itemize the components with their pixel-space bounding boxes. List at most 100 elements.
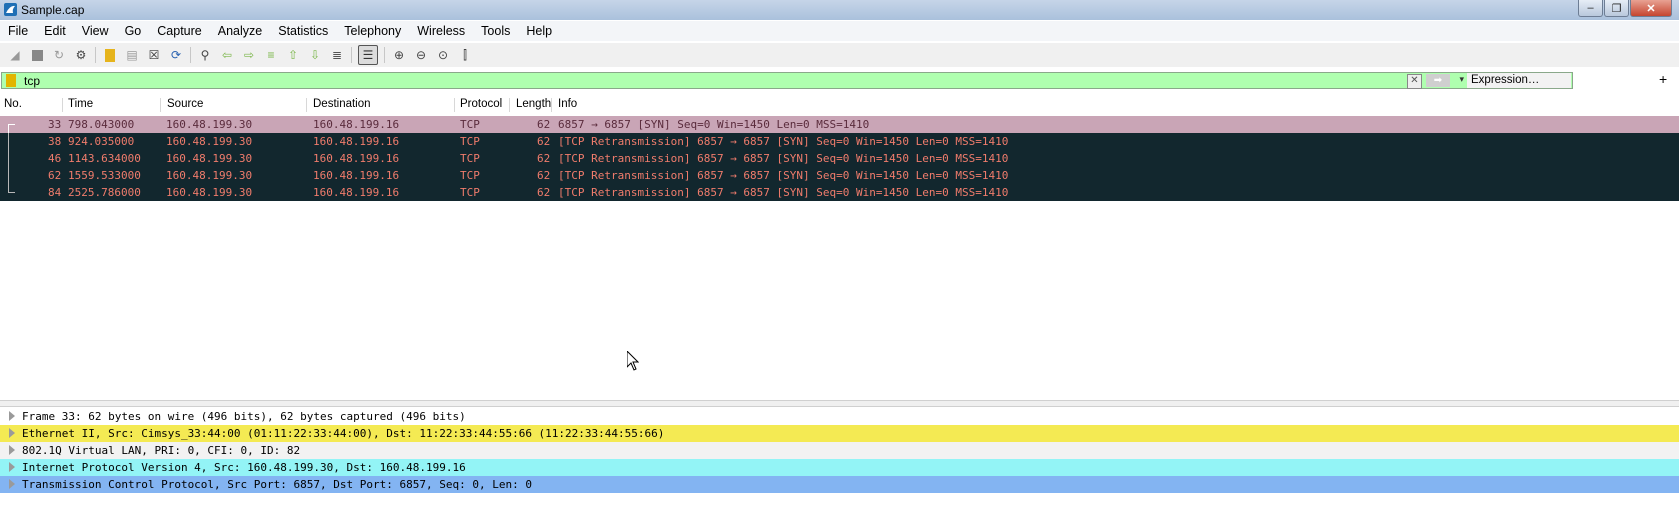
reload-icon[interactable]: ⟳ [168,47,184,63]
menu-statistics[interactable]: Statistics [270,24,336,38]
zoom-in-icon[interactable]: ⊕ [391,47,407,63]
column-divider[interactable] [160,98,161,112]
find-icon[interactable]: ⚲ [197,47,213,63]
expand-arrow-icon[interactable] [9,428,15,438]
menu-edit[interactable]: Edit [36,24,74,38]
restore-button[interactable]: ❐ [1604,0,1629,17]
cell-length: 62 [537,152,551,165]
menu-bar: File Edit View Go Capture Analyze Statis… [0,21,1679,41]
cell-protocol: TCP [460,152,480,165]
column-divider[interactable] [551,98,552,112]
detail-text: 802.1Q Virtual LAN, PRI: 0, CFI: 0, ID: … [22,444,301,457]
menu-analyze[interactable]: Analyze [210,24,270,38]
cell-length: 62 [537,135,551,148]
close-button[interactable]: ✕ [1630,0,1672,17]
open-folder-icon[interactable] [102,47,118,63]
column-header-source[interactable]: Source [167,98,203,110]
detail-row-ethernet[interactable]: Ethernet II, Src: Cimsys_33:44:00 (01:11… [0,425,1679,442]
main-toolbar: ◢ ↻ ⚙ ▤ ☒ ⟳ ⚲ ⇦ ⇨ ≡ ⇧ ⇩ ≣ ☰ ⊕ ⊖ ⊙ ⫿ [0,43,1679,67]
resize-columns-icon[interactable]: ⫿ [457,47,473,63]
cell-protocol: TCP [460,135,480,148]
packet-details-tree[interactable]: Frame 33: 62 bytes on wire (496 bits), 6… [0,407,1679,510]
column-header-length[interactable]: Length [516,98,551,110]
cell-source: 160.48.199.30 [166,152,253,165]
column-divider[interactable] [509,98,510,112]
menu-tools[interactable]: Tools [473,24,518,38]
cell-info: [TCP Retransmission] 6857 → 6857 [SYN] S… [558,186,1009,199]
packet-row[interactable]: 38 924.035000 160.48.199.30 160.48.199.1… [0,133,1679,150]
close-file-icon[interactable]: ☒ [146,47,162,63]
forward-arrow-icon[interactable]: ⇨ [241,47,257,63]
apply-filter-arrow-icon[interactable]: ➡ [1426,74,1450,87]
cell-info: 6857 → 6857 [SYN] Seq=0 Win=1450 Len=0 M… [558,118,870,131]
detail-row-ipv4[interactable]: Internet Protocol Version 4, Src: 160.48… [0,459,1679,476]
menu-capture[interactable]: Capture [149,24,209,38]
toolbar-separator [384,47,385,63]
expand-arrow-icon[interactable] [9,445,15,455]
packet-list[interactable]: 33 798.043000 160.48.199.30 160.48.199.1… [0,114,1679,400]
filter-text[interactable]: tcp [24,74,40,88]
packet-row[interactable]: 62 1559.533000 160.48.199.30 160.48.199.… [0,167,1679,184]
save-icon[interactable]: ▤ [124,47,140,63]
column-header-no[interactable]: No. [4,98,22,110]
clear-filter-icon[interactable]: ✕ [1407,74,1422,89]
expand-arrow-icon[interactable] [9,411,15,421]
cell-protocol: TCP [460,169,480,182]
menu-help[interactable]: Help [518,24,560,38]
packet-row[interactable]: 84 2525.786000 160.48.199.30 160.48.199.… [0,184,1679,201]
display-filter-bar: tcp ✕ ➡ ▾ Expression… + [0,71,1679,90]
cell-source: 160.48.199.30 [166,169,253,182]
column-divider[interactable] [306,98,307,112]
cell-destination: 160.48.199.16 [313,135,400,148]
packet-row[interactable]: 46 1143.634000 160.48.199.30 160.48.199.… [0,150,1679,167]
column-header-info[interactable]: Info [558,98,577,110]
pane-splitter[interactable] [0,400,1679,407]
go-to-packet-icon[interactable]: ≡ [263,47,279,63]
restart-icon[interactable]: ↻ [51,47,67,63]
expression-button[interactable]: Expression… [1467,73,1571,88]
options-gear-icon[interactable]: ⚙ [73,47,89,63]
colorize-icon[interactable]: ☰ [358,45,378,65]
zoom-out-icon[interactable]: ⊖ [413,47,429,63]
column-header-protocol[interactable]: Protocol [460,98,502,110]
column-divider[interactable] [454,98,455,112]
conversation-bracket [8,133,15,150]
detail-row-vlan[interactable]: 802.1Q Virtual LAN, PRI: 0, CFI: 0, ID: … [0,442,1679,459]
title-bar: Sample.cap – ❐ ✕ [0,0,1679,20]
column-header-destination[interactable]: Destination [313,98,371,110]
conversation-bracket [8,167,15,184]
column-divider[interactable] [62,98,63,112]
cell-info: [TCP Retransmission] 6857 → 6857 [SYN] S… [558,135,1009,148]
conversation-bracket [8,150,15,167]
shark-fin-start-icon[interactable]: ◢ [7,47,23,63]
last-packet-icon[interactable]: ⇩ [307,47,323,63]
menu-go[interactable]: Go [117,24,150,38]
menu-telephony[interactable]: Telephony [336,24,409,38]
menu-file[interactable]: File [0,24,36,38]
cell-source: 160.48.199.30 [166,186,253,199]
stop-icon[interactable] [29,47,45,63]
column-header-time[interactable]: Time [68,98,93,110]
menu-view[interactable]: View [74,24,117,38]
window-title: Sample.cap [21,3,85,17]
bookmark-icon[interactable] [6,74,16,87]
display-filter-input[interactable]: tcp ✕ ➡ ▾ Expression… [1,72,1573,89]
menu-wireless[interactable]: Wireless [409,24,473,38]
first-packet-icon[interactable]: ⇧ [285,47,301,63]
normal-size-icon[interactable]: ⊙ [435,47,451,63]
expand-arrow-icon[interactable] [9,479,15,489]
add-filter-button[interactable]: + [1659,71,1667,87]
cell-length: 62 [537,186,551,199]
filter-history-dropdown-icon[interactable]: ▾ [1459,74,1464,85]
cell-length: 62 [537,118,551,131]
wireshark-app-icon [4,3,17,16]
autoscroll-icon[interactable]: ≣ [329,47,345,63]
cell-no: 38 [48,135,62,148]
minimize-button[interactable]: – [1578,0,1603,17]
back-arrow-icon[interactable]: ⇦ [219,47,235,63]
packet-row[interactable]: 33 798.043000 160.48.199.30 160.48.199.1… [0,116,1679,134]
expand-arrow-icon[interactable] [9,462,15,472]
detail-row-tcp[interactable]: Transmission Control Protocol, Src Port:… [0,476,1679,493]
detail-row-frame[interactable]: Frame 33: 62 bytes on wire (496 bits), 6… [0,408,1679,425]
cell-no: 33 [48,118,62,131]
